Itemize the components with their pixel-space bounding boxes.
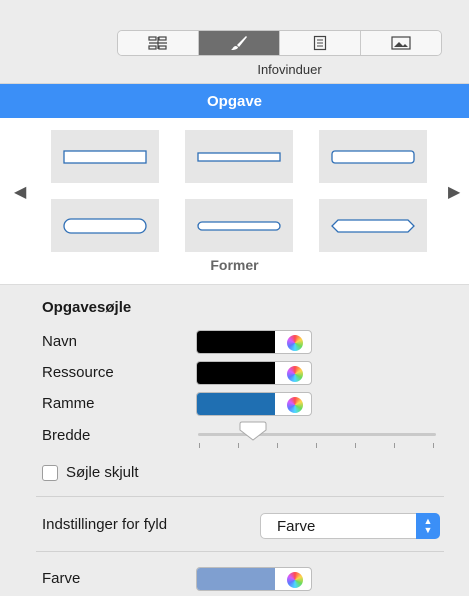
fill-color-swatch xyxy=(197,568,275,590)
divider xyxy=(36,551,444,552)
thin-pill-shape-icon xyxy=(197,220,281,231)
shape-hexagon[interactable] xyxy=(319,199,427,252)
bar-hidden-label: Søjle skjult xyxy=(66,464,139,481)
slider-tick xyxy=(316,443,317,448)
toolbar-label: Infovinduer xyxy=(257,62,322,77)
color-picker-icon[interactable] xyxy=(287,572,303,588)
gantt-icon xyxy=(148,36,167,50)
color-picker-icon[interactable] xyxy=(287,335,303,351)
fill-settings-value: Farve xyxy=(277,518,316,535)
slider-tick xyxy=(394,443,395,448)
fill-settings-label: Indstillinger for fyld xyxy=(42,516,168,533)
select-stepper-icon[interactable]: ▲ ▼ xyxy=(416,513,440,539)
task-bar-settings: Opgavesøjle Navn Ressource Ramme Bredde … xyxy=(0,284,469,596)
fill-color-well[interactable] xyxy=(196,567,312,591)
fill-settings-select[interactable]: Farve ▲ ▼ xyxy=(260,513,440,539)
shape-gallery: ◀ ▶ Former xyxy=(0,118,469,284)
rectangle-shape-icon xyxy=(63,149,147,164)
document-icon xyxy=(313,35,327,51)
shape-thin-pill[interactable] xyxy=(185,199,293,252)
shapes-caption: Former xyxy=(210,257,259,273)
slider-tick xyxy=(277,443,278,448)
tab-picture[interactable] xyxy=(361,31,441,55)
color-picker-icon[interactable] xyxy=(287,366,303,382)
tab-gantt[interactable] xyxy=(118,31,199,55)
border-color-well[interactable] xyxy=(196,392,312,416)
resource-color-label: Ressource xyxy=(42,364,114,381)
inspector-toolbar: Infovinduer xyxy=(0,0,469,84)
brush-icon xyxy=(231,36,247,50)
shape-pill[interactable] xyxy=(51,199,159,252)
fill-color-label: Farve xyxy=(42,570,81,587)
name-color-label: Navn xyxy=(42,333,78,350)
inspector-tab-group xyxy=(117,30,442,56)
section-title: Opgave xyxy=(0,84,469,118)
resource-color-well[interactable] xyxy=(196,361,312,385)
shape-rectangle[interactable] xyxy=(51,130,159,183)
name-color-swatch xyxy=(197,331,275,353)
slider-tick xyxy=(433,443,434,448)
bar-hidden-checkbox[interactable] xyxy=(42,465,58,481)
color-picker-icon[interactable] xyxy=(287,397,303,413)
width-slider-track[interactable] xyxy=(198,433,436,436)
width-slider-knob[interactable] xyxy=(239,421,267,441)
tab-document[interactable] xyxy=(280,31,361,55)
width-label: Bredde xyxy=(42,427,91,444)
name-color-well[interactable] xyxy=(196,330,312,354)
previous-arrow-icon[interactable]: ◀ xyxy=(14,182,26,202)
pill-shape-icon xyxy=(63,217,147,234)
divider xyxy=(36,496,444,497)
thin-rectangle-shape-icon xyxy=(197,151,281,162)
resource-color-swatch xyxy=(197,362,275,384)
shape-rounded-rectangle[interactable] xyxy=(319,130,427,183)
picture-icon xyxy=(391,36,411,50)
border-color-label: Ramme xyxy=(42,395,95,412)
border-color-swatch xyxy=(197,393,275,415)
task-bar-heading: Opgavesøjle xyxy=(42,299,132,316)
slider-tick xyxy=(199,443,200,448)
shape-thin-rectangle[interactable] xyxy=(185,130,293,183)
tab-style[interactable] xyxy=(199,31,280,55)
hexagon-shape-icon xyxy=(331,218,415,233)
next-arrow-icon[interactable]: ▶ xyxy=(448,182,460,202)
rounded-rectangle-shape-icon xyxy=(331,149,415,164)
slider-tick xyxy=(355,443,356,448)
slider-tick xyxy=(238,443,239,448)
